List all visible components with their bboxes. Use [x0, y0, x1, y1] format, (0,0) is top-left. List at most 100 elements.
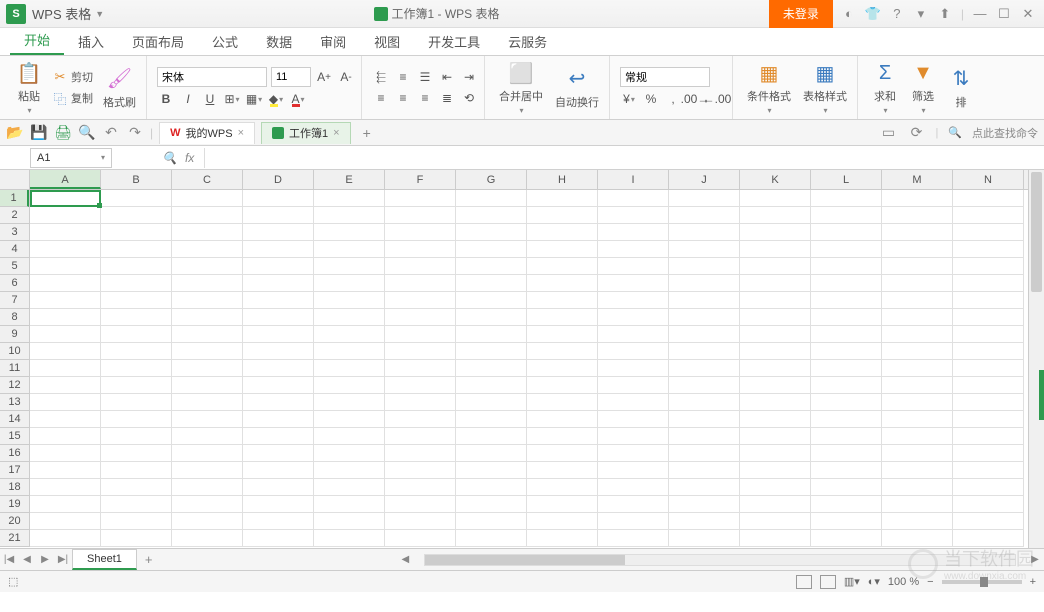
merge-center-button[interactable]: ⬜ 合并居中▾	[495, 58, 547, 117]
cell[interactable]	[314, 258, 385, 275]
cell[interactable]	[669, 360, 740, 377]
cell[interactable]	[740, 190, 811, 207]
cell[interactable]	[882, 377, 953, 394]
cells-area[interactable]	[30, 190, 1028, 547]
cell[interactable]	[30, 530, 101, 547]
cell[interactable]	[314, 377, 385, 394]
new-tab-button[interactable]: +	[357, 125, 377, 141]
column-header-G[interactable]: G	[456, 170, 527, 189]
cell[interactable]	[172, 462, 243, 479]
cell[interactable]	[882, 530, 953, 547]
cell[interactable]	[101, 377, 172, 394]
cell[interactable]	[740, 496, 811, 513]
cell[interactable]	[598, 445, 669, 462]
cell[interactable]	[882, 292, 953, 309]
cell[interactable]	[598, 513, 669, 530]
cell[interactable]	[882, 394, 953, 411]
paste-button[interactable]: 📋 粘贴▾	[12, 58, 46, 117]
column-header-D[interactable]: D	[243, 170, 314, 189]
cell[interactable]	[101, 496, 172, 513]
cell[interactable]	[953, 275, 1024, 292]
cell[interactable]	[811, 445, 882, 462]
cell[interactable]	[598, 258, 669, 275]
chevron-down-icon[interactable]: ▾	[913, 6, 929, 22]
cell[interactable]	[953, 445, 1024, 462]
cell[interactable]	[882, 445, 953, 462]
cell[interactable]	[456, 343, 527, 360]
column-header-M[interactable]: M	[882, 170, 953, 189]
zoom-out-button[interactable]: −	[927, 576, 933, 588]
skin-icon[interactable]: ◐	[841, 6, 857, 21]
refresh-icon[interactable]: ⟳	[907, 124, 925, 142]
wrap-text-button[interactable]: ↩ 自动换行	[551, 64, 603, 112]
cell[interactable]	[314, 530, 385, 547]
currency-button[interactable]: ¥▾	[620, 90, 638, 108]
row-header-3[interactable]: 3	[0, 224, 29, 241]
column-header-L[interactable]: L	[811, 170, 882, 189]
cell[interactable]	[811, 428, 882, 445]
cell[interactable]	[527, 241, 598, 258]
cell[interactable]	[669, 258, 740, 275]
row-header-18[interactable]: 18	[0, 479, 29, 496]
tab-review[interactable]: 审阅	[306, 27, 360, 55]
cell[interactable]	[882, 513, 953, 530]
italic-button[interactable]: I	[179, 90, 197, 108]
sum-button[interactable]: Σ 求和▾	[868, 58, 902, 117]
cell[interactable]	[314, 411, 385, 428]
cell[interactable]	[527, 428, 598, 445]
theme-icon[interactable]: ◐▾	[868, 575, 880, 588]
print-preview-icon[interactable]: 🔍	[78, 124, 96, 142]
font-size-select[interactable]	[271, 67, 311, 87]
cell[interactable]	[172, 360, 243, 377]
cell[interactable]	[740, 394, 811, 411]
column-header-E[interactable]: E	[314, 170, 385, 189]
cell[interactable]	[740, 326, 811, 343]
app-menu-dropdown[interactable]: ▼	[95, 9, 104, 19]
cell[interactable]	[598, 207, 669, 224]
increase-font-button[interactable]: A+	[315, 68, 333, 86]
cell[interactable]	[314, 462, 385, 479]
cell[interactable]	[172, 292, 243, 309]
cell[interactable]	[953, 428, 1024, 445]
tshirt-icon[interactable]: 👕	[865, 6, 881, 22]
table-style-button[interactable]: ▦ 表格样式▾	[799, 58, 851, 117]
cell[interactable]	[953, 309, 1024, 326]
cell[interactable]	[385, 224, 456, 241]
cell[interactable]	[882, 258, 953, 275]
row-header-16[interactable]: 16	[0, 445, 29, 462]
cell[interactable]	[811, 394, 882, 411]
select-all-corner[interactable]	[0, 170, 30, 190]
cell[interactable]	[882, 326, 953, 343]
cell[interactable]	[598, 530, 669, 547]
cell[interactable]	[243, 190, 314, 207]
cell[interactable]	[385, 377, 456, 394]
row-header-19[interactable]: 19	[0, 496, 29, 513]
cell[interactable]	[172, 411, 243, 428]
cell[interactable]	[811, 377, 882, 394]
cell[interactable]	[385, 343, 456, 360]
cell[interactable]	[456, 496, 527, 513]
tab-formulas[interactable]: 公式	[198, 27, 252, 55]
cell[interactable]	[172, 241, 243, 258]
cell[interactable]	[172, 224, 243, 241]
cell[interactable]	[172, 479, 243, 496]
cell[interactable]	[101, 224, 172, 241]
comma-button[interactable]: ,	[664, 90, 682, 108]
scrollbar-thumb[interactable]	[425, 555, 625, 565]
increase-indent-button[interactable]: ⇥	[460, 68, 478, 86]
column-header-J[interactable]: J	[669, 170, 740, 189]
cell[interactable]	[456, 394, 527, 411]
cell[interactable]	[101, 513, 172, 530]
cell[interactable]	[882, 275, 953, 292]
orientation-button[interactable]: ⟲	[460, 89, 478, 107]
cell[interactable]	[101, 258, 172, 275]
cell[interactable]	[598, 394, 669, 411]
tab-view[interactable]: 视图	[360, 27, 414, 55]
column-header-H[interactable]: H	[527, 170, 598, 189]
percent-button[interactable]: %	[642, 90, 660, 108]
cell[interactable]	[243, 462, 314, 479]
cell[interactable]	[172, 258, 243, 275]
cell[interactable]	[385, 479, 456, 496]
increase-decimal-button[interactable]: .00→	[686, 90, 704, 108]
cell[interactable]	[243, 292, 314, 309]
